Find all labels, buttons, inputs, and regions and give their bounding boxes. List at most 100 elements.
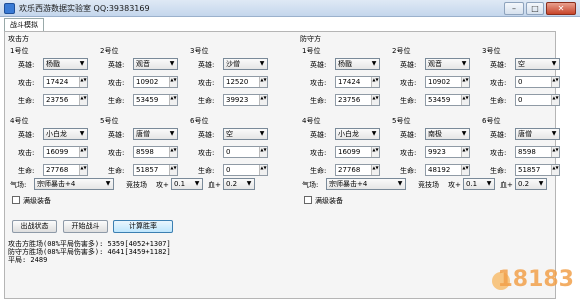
attack-pos4-atk-field[interactable]: 16099 ▲▼ bbox=[43, 146, 88, 158]
attack-pos1-atk-spinner[interactable]: ▲▼ bbox=[79, 77, 87, 87]
start-battle-button[interactable]: 开始战斗 bbox=[63, 220, 108, 233]
defend-pos4-hp-field[interactable]: 27768 ▲▼ bbox=[335, 164, 380, 176]
attack-pos5-hero-chevron-down-icon: ▼ bbox=[169, 130, 175, 137]
attack-pos3-hp-spinner[interactable]: ▲▼ bbox=[259, 95, 267, 105]
attack-pos3-atk-spinner[interactable]: ▲▼ bbox=[259, 77, 267, 87]
defend-pos6-hp-field[interactable]: 51857 ▲▼ bbox=[515, 164, 560, 176]
defend-pos2-hero-select[interactable]: 观音 ▼ bbox=[425, 58, 470, 70]
defend-title: 防守方 bbox=[300, 35, 321, 43]
attack-pos4-hero-select[interactable]: 小白龙 ▼ bbox=[43, 128, 88, 140]
attack-pos6-hero-chevron-down-icon: ▼ bbox=[259, 130, 265, 137]
attack-pos6-atk-field[interactable]: 0 ▲▼ bbox=[223, 146, 268, 158]
attack-pos1-atk-field[interactable]: 17424 ▲▼ bbox=[43, 76, 88, 88]
defend-full-equip-checkbox[interactable] bbox=[304, 196, 312, 204]
attack-pos3-atk-value: 12520 bbox=[226, 78, 249, 86]
defend-pos4-atk-label: 攻击: bbox=[310, 149, 327, 157]
defend-pos2-atk-field[interactable]: 10902 ▲▼ bbox=[425, 76, 470, 88]
attack-pos5-hp-spinner[interactable]: ▲▼ bbox=[169, 165, 177, 175]
defend-pos2-hp-field[interactable]: 53459 ▲▼ bbox=[425, 94, 470, 106]
defend-pos1-hero-select[interactable]: 杨戬 ▼ bbox=[335, 58, 380, 70]
attack-pos5-hero-select[interactable]: 唐僧 ▼ bbox=[133, 128, 178, 140]
attack-pos5-atk-field[interactable]: 8598 ▲▼ bbox=[133, 146, 178, 158]
defend-pos4-label: 4号位 bbox=[302, 117, 321, 125]
result-output: 攻击方胜场(08%平局伤害多): 5359[4052+1307] 防守方胜场(08… bbox=[8, 240, 171, 264]
attack-pos1-hero-select[interactable]: 杨戬 ▼ bbox=[43, 58, 88, 70]
defend-pos5-hp-field[interactable]: 48192 ▲▼ bbox=[425, 164, 470, 176]
defend-full-equip-label: 满级装备 bbox=[315, 197, 343, 205]
defend-pos3-hp-spinner[interactable]: ▲▼ bbox=[551, 95, 559, 105]
attack-pos2-hp-value: 53459 bbox=[136, 96, 159, 104]
defend-pos1-atk-label: 攻击: bbox=[310, 79, 327, 87]
maximize-button[interactable]: □ bbox=[526, 2, 544, 15]
attack-pos5-atk-spinner[interactable]: ▲▼ bbox=[169, 147, 177, 157]
attack-pos3-atk-field[interactable]: 12520 ▲▼ bbox=[223, 76, 268, 88]
attack-qichang-select[interactable]: 宗师暴击+4 ▼ bbox=[34, 178, 114, 190]
defend-pos5-atk-spinner[interactable]: ▲▼ bbox=[461, 147, 469, 157]
defend-pos5-hero-select[interactable]: 南极 ▼ bbox=[425, 128, 470, 140]
attack-pos6-label: 6号位 bbox=[190, 117, 209, 125]
attack-pos4-hp-field[interactable]: 27768 ▲▼ bbox=[43, 164, 88, 176]
defend-pos3-hero-select[interactable]: 空 ▼ bbox=[515, 58, 560, 70]
defend-pos4-hp-spinner[interactable]: ▲▼ bbox=[371, 165, 379, 175]
defend-hp-plus-select[interactable]: 0.2 ▼ bbox=[515, 178, 547, 190]
attack-pos5-hp-field[interactable]: 51857 ▲▼ bbox=[133, 164, 178, 176]
attack-full-equip-checkbox[interactable] bbox=[12, 196, 20, 204]
defend-pos1-hero-chevron-down-icon: ▼ bbox=[371, 60, 377, 67]
attack-pos2-hp-spinner[interactable]: ▲▼ bbox=[169, 95, 177, 105]
attack-pos3-hp-label: 生命: bbox=[198, 97, 215, 105]
defend-pos5-hp-spinner[interactable]: ▲▼ bbox=[461, 165, 469, 175]
defend-pos6-atk-value: 8598 bbox=[518, 148, 536, 156]
defend-pos1-hp-field[interactable]: 23756 ▲▼ bbox=[335, 94, 380, 106]
defend-pos1-hp-spinner[interactable]: ▲▼ bbox=[371, 95, 379, 105]
attack-pos6-hero-select[interactable]: 空 ▼ bbox=[223, 128, 268, 140]
calc-winrate-button[interactable]: 计算胜率 bbox=[113, 220, 173, 233]
attack-hp-plus-select[interactable]: 0.2 ▼ bbox=[223, 178, 255, 190]
attack-pos4-hp-value: 27768 bbox=[46, 166, 69, 174]
defend-pos3-hp-field[interactable]: 0 ▲▼ bbox=[515, 94, 560, 106]
defend-hp-plus-chevron-down-icon: ▼ bbox=[538, 180, 544, 187]
defend-pos2-atk-value: 10902 bbox=[428, 78, 451, 86]
attack-pos2-atk-spinner[interactable]: ▲▼ bbox=[169, 77, 177, 87]
defend-pos6-hero-select[interactable]: 唐僧 ▼ bbox=[515, 128, 560, 140]
attack-pos6-atk-spinner[interactable]: ▲▼ bbox=[259, 147, 267, 157]
defend-pos6-atk-field[interactable]: 8598 ▲▼ bbox=[515, 146, 560, 158]
attack-pos3-atk-label: 攻击: bbox=[198, 79, 215, 87]
defend-pos4-atk-spinner[interactable]: ▲▼ bbox=[371, 147, 379, 157]
attack-pos2-atk-field[interactable]: 10902 ▲▼ bbox=[133, 76, 178, 88]
attack-pos4-atk-spinner[interactable]: ▲▼ bbox=[79, 147, 87, 157]
attack-pos1-hp-field[interactable]: 23756 ▲▼ bbox=[43, 94, 88, 106]
defend-pos2-atk-label: 攻击: bbox=[400, 79, 417, 87]
attack-pos1-hp-spinner[interactable]: ▲▼ bbox=[79, 95, 87, 105]
attack-pos2-hp-field[interactable]: 53459 ▲▼ bbox=[133, 94, 178, 106]
defend-pos5-atk-value: 9923 bbox=[428, 148, 446, 156]
defend-pos1-atk-field[interactable]: 17424 ▲▼ bbox=[335, 76, 380, 88]
attack-pos6-hp-spinner[interactable]: ▲▼ bbox=[259, 165, 267, 175]
defend-pos6-hp-spinner[interactable]: ▲▼ bbox=[551, 165, 559, 175]
close-button[interactable]: ✕ bbox=[546, 2, 576, 15]
defend-pos3-hero-label: 英雄: bbox=[490, 61, 507, 69]
minimize-button[interactable]: – bbox=[504, 2, 524, 15]
defend-pos4-atk-field[interactable]: 16099 ▲▼ bbox=[335, 146, 380, 158]
attack-atk-plus-select[interactable]: 0.1 ▼ bbox=[171, 178, 203, 190]
attack-pos1-hero-value: 杨戬 bbox=[46, 60, 60, 68]
defend-atk-plus-select[interactable]: 0.1 ▼ bbox=[463, 178, 495, 190]
defend-pos3-atk-field[interactable]: 0 ▲▼ bbox=[515, 76, 560, 88]
defend-pos4-hero-select[interactable]: 小白龙 ▼ bbox=[335, 128, 380, 140]
defend-pos5-atk-field[interactable]: 9923 ▲▼ bbox=[425, 146, 470, 158]
attack-pos3-hp-field[interactable]: 39923 ▲▼ bbox=[223, 94, 268, 106]
attack-pos6-hp-field[interactable]: 0 ▲▼ bbox=[223, 164, 268, 176]
attack-pos4-hp-spinner[interactable]: ▲▼ bbox=[79, 165, 87, 175]
attack-pos6-hero-value: 空 bbox=[226, 130, 233, 138]
defend-qichang-select[interactable]: 宗师暴击+4 ▼ bbox=[326, 178, 406, 190]
attack-pos3-hero-select[interactable]: 沙僧 ▼ bbox=[223, 58, 268, 70]
attack-pos2-hero-select[interactable]: 观音 ▼ bbox=[133, 58, 178, 70]
defend-pos2-atk-spinner[interactable]: ▲▼ bbox=[461, 77, 469, 87]
tab-battle-sim[interactable]: 战斗模拟 bbox=[4, 18, 44, 32]
attack-pos2-hero-chevron-down-icon: ▼ bbox=[169, 60, 175, 67]
defend-pos6-atk-spinner[interactable]: ▲▼ bbox=[551, 147, 559, 157]
defend-pos3-atk-spinner[interactable]: ▲▼ bbox=[551, 77, 559, 87]
status-button[interactable]: 出战状态 bbox=[12, 220, 57, 233]
defend-pos2-hp-spinner[interactable]: ▲▼ bbox=[461, 95, 469, 105]
defend-pos4-hp-label: 生命: bbox=[310, 167, 327, 175]
defend-pos1-atk-spinner[interactable]: ▲▼ bbox=[371, 77, 379, 87]
